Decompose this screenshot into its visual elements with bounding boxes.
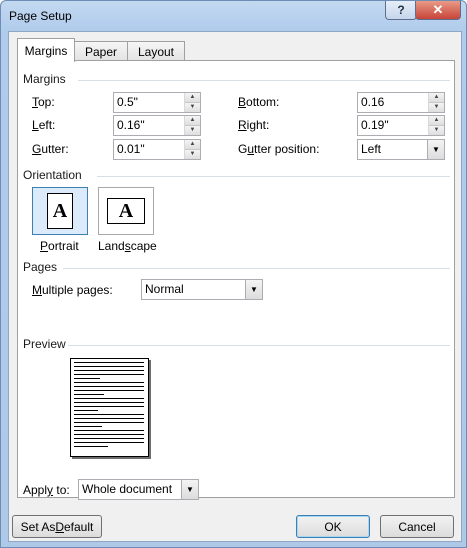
pages-section-label: Pages [23,260,58,274]
help-button[interactable]: ? [385,1,417,20]
title-bar[interactable]: Page Setup ? ✕ [1,1,466,31]
bottom-margin-label: Bottom: [238,95,280,109]
top-margin-label: Top: [32,95,55,109]
gutter-position-value: Left [361,142,382,156]
portrait-label[interactable]: Portrait [40,239,79,253]
multiple-pages-value: Normal [145,282,184,296]
multiple-pages-chevron-down-icon[interactable]: ▼ [245,280,262,299]
top-margin-value[interactable]: 0.5" [117,95,138,109]
pages-separator [63,268,450,269]
preview-page-thumbnail [70,358,149,457]
apply-to-dropdown[interactable]: Whole document ▼ [78,479,199,500]
right-margin-value[interactable]: 0.19" [361,118,389,132]
portrait-page-icon: A [47,193,73,229]
right-margin-label: Right: [238,118,270,132]
bottom-spin-down-icon[interactable]: ▼ [429,103,444,112]
right-spin-up-icon[interactable]: ▲ [429,116,444,126]
multiple-pages-label: Multiple pages: [32,283,113,297]
top-spin-down-icon[interactable]: ▼ [185,103,200,112]
left-spin-up-icon[interactable]: ▲ [185,116,200,126]
margins-tab-page: Margins Top: 0.5" ▲ ▼ Bottom: 0.16 ▲ ▼ Lef… [17,60,455,500]
top-margin-spinner[interactable]: 0.5" ▲ ▼ [113,92,201,113]
ok-button[interactable]: OK [296,515,370,538]
gutter-position-chevron-down-icon[interactable]: ▼ [427,140,444,159]
tab-layout[interactable]: Layout [127,41,185,61]
apply-to-value: Whole document [82,482,173,496]
tab-margins[interactable]: Margins [17,38,75,62]
tab-paper[interactable]: Paper [74,41,128,61]
landscape-option[interactable]: A [98,187,154,235]
bottom-margin-value[interactable]: 0.16 [361,95,384,109]
bottom-margin-spinner[interactable]: 0.16 ▲ ▼ [357,92,445,113]
landscape-label[interactable]: Landscape [98,239,157,253]
close-button[interactable]: ✕ [415,1,461,20]
window-title: Page Setup [9,9,72,23]
margins-section-label: Margins [23,72,66,86]
left-spin-down-icon[interactable]: ▼ [185,126,200,135]
gutter-label: Gutter: [32,142,69,156]
right-spin-down-icon[interactable]: ▼ [429,126,444,135]
multiple-pages-dropdown[interactable]: Normal ▼ [141,279,263,300]
left-margin-spinner[interactable]: 0.16" ▲ ▼ [113,115,201,136]
gutter-position-label: Gutter position: [238,142,320,156]
gutter-position-dropdown[interactable]: Left ▼ [357,139,445,160]
gutter-value[interactable]: 0.01" [117,142,145,156]
portrait-option[interactable]: A [32,187,88,235]
gutter-spinner[interactable]: 0.01" ▲ ▼ [113,139,201,160]
gutter-spin-down-icon[interactable]: ▼ [185,150,200,159]
preview-separator [68,345,450,346]
left-margin-label: Left: [32,118,56,132]
cancel-button[interactable]: Cancel [380,515,454,538]
gutter-spin-up-icon[interactable]: ▲ [185,140,200,150]
page-setup-dialog: Page Setup ? ✕ Margins Paper Layout Marg… [0,0,467,548]
preview-section-label: Preview [23,337,66,351]
left-margin-value[interactable]: 0.16" [117,118,145,132]
right-margin-spinner[interactable]: 0.19" ▲ ▼ [357,115,445,136]
apply-to-label: Apply to: [23,483,70,497]
landscape-page-icon: A [107,198,145,224]
set-as-default-button[interactable]: Set As Default [12,515,102,538]
bottom-spin-up-icon[interactable]: ▲ [429,93,444,103]
margins-separator [78,80,450,81]
orientation-separator [97,176,450,177]
apply-to-chevron-down-icon[interactable]: ▼ [181,480,198,499]
top-spin-up-icon[interactable]: ▲ [185,93,200,103]
orientation-section-label: Orientation [23,168,82,182]
dialog-body: Margins Paper Layout Margins Top: 0.5" ▲… [8,31,462,542]
